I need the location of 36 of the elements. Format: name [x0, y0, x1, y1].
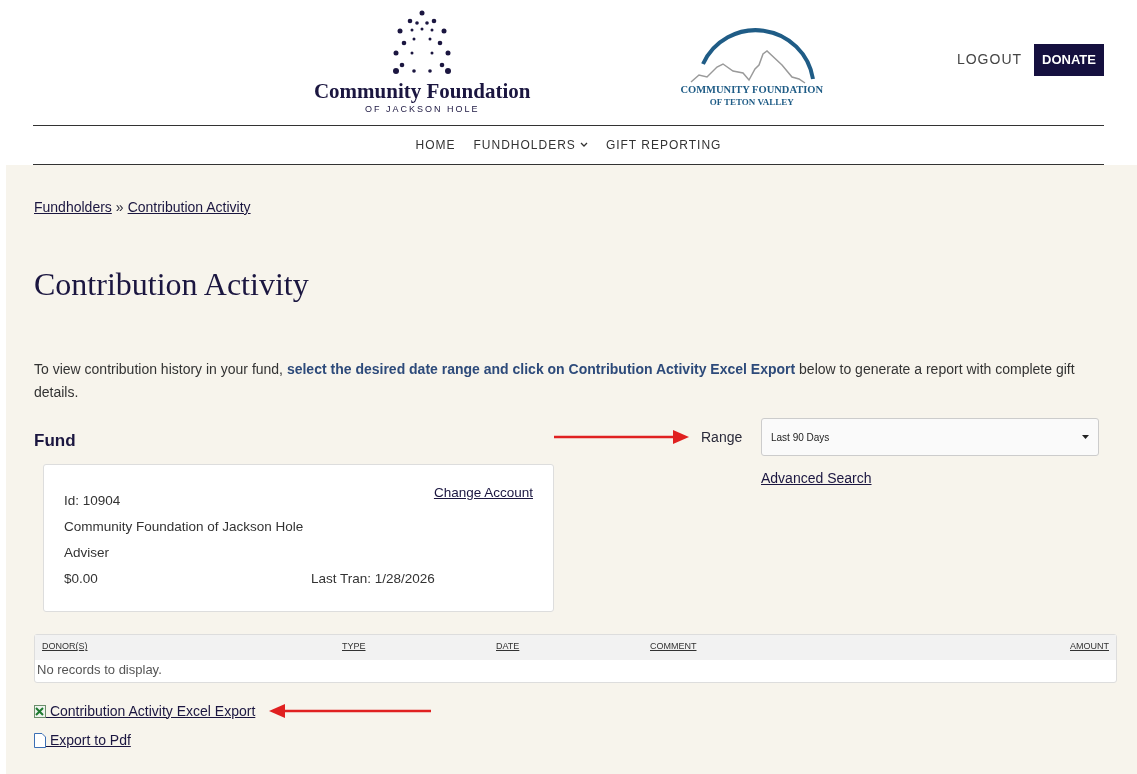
- logo-subtitle: OF JACKSON HOLE: [364, 103, 480, 116]
- column-header[interactable]: COMMENT: [650, 640, 697, 654]
- intro-paragraph: To view contribution history in your fund, select the desired date range and click on Contribution Activity Excel Export below to generate a report with complete gift details.: [34, 360, 1076, 402]
- logo-title: COMMUNITY FOUNDATION: [680, 83, 824, 96]
- chevron-down-icon: [579, 142, 588, 148]
- nav-link[interactable]: FUNDHOLDERS: [473, 136, 588, 154]
- breadcrumb-link[interactable]: Fundholders: [34, 197, 112, 218]
- column-header[interactable]: DONOR(S): [42, 640, 88, 654]
- fund-id: Id: 10904: [64, 491, 121, 510]
- export-link[interactable]: Contribution Activity Excel Export: [46, 700, 256, 722]
- breadcrumb-separator: »: [115, 198, 124, 217]
- fund-balance: $0.00: [64, 570, 99, 589]
- fund-role: Adviser: [64, 544, 110, 562]
- column-header[interactable]: AMOUNT: [1070, 640, 1109, 654]
- range-label: Range: [701, 427, 744, 447]
- breadcrumb-link[interactable]: Contribution Activity: [127, 197, 251, 218]
- export-link[interactable]: Export to Pdf: [46, 729, 131, 751]
- column-header[interactable]: DATE: [496, 640, 520, 654]
- page-title: Contribution Activity: [34, 265, 310, 304]
- change-account-link[interactable]: Change Account: [433, 482, 533, 503]
- nav-link[interactable]: GIFT REPORTING: [605, 136, 722, 154]
- caret-icon: [1082, 435, 1089, 439]
- column-header[interactable]: TYPE: [342, 640, 366, 654]
- document-icon: [34, 732, 46, 748]
- fund-name: Community Foundation of Jackson Hole: [64, 517, 305, 536]
- empty-message: No records to display.: [36, 660, 163, 679]
- donate-button[interactable]: DONATE: [1034, 44, 1104, 76]
- fund-heading: Fund: [34, 430, 77, 452]
- spreadsheet-icon: [34, 704, 46, 718]
- logout-link[interactable]: LOGOUT: [956, 49, 1023, 71]
- advanced-search-link[interactable]: Advanced Search: [761, 468, 872, 489]
- logo-subtitle: OF TETON VALLEY: [709, 95, 794, 108]
- last-transaction: Last Tran: 1/28/2026: [311, 570, 435, 589]
- range-select[interactable]: Last 90 Days: [761, 418, 1099, 456]
- logo-title: Community Foundation: [313, 78, 531, 103]
- nav-link[interactable]: HOME: [415, 136, 456, 154]
